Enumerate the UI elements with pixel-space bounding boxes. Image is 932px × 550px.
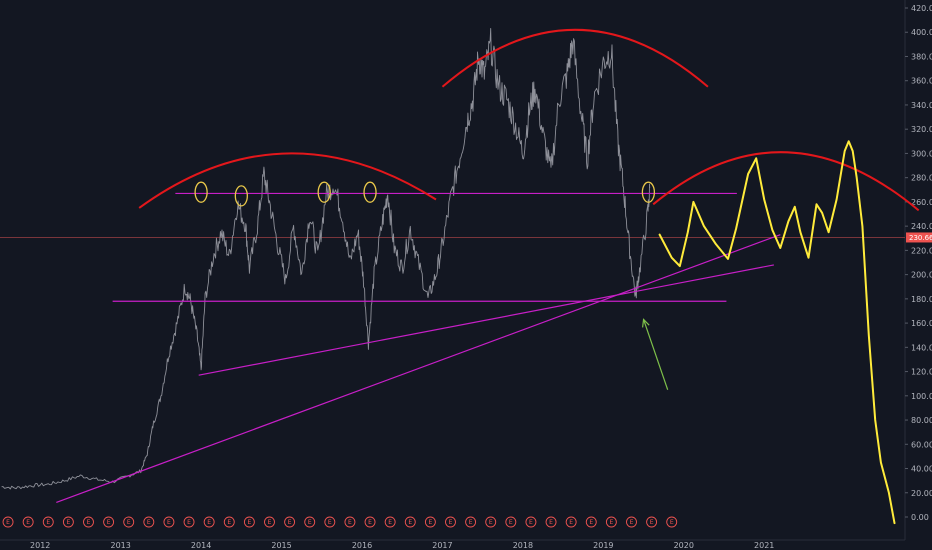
earnings-marker-label: E [428, 519, 432, 526]
earnings-marker-label: E [569, 519, 573, 526]
y-tick-label: 200.00 [911, 271, 932, 280]
y-tick-label: 280.00 [911, 174, 932, 183]
y-tick-label: 220.00 [911, 246, 932, 255]
earnings-marker-label: E [328, 519, 332, 526]
earnings-marker-label: E [650, 519, 654, 526]
earnings-marker-label: E [288, 519, 292, 526]
y-tick-label: 340.00 [911, 101, 932, 110]
earnings-marker-label: E [630, 519, 634, 526]
earnings-marker-label: E [187, 519, 191, 526]
earnings-marker-label: E [87, 519, 91, 526]
y-tick-label: 300.00 [911, 149, 932, 158]
y-tick-label: 420.00 [911, 4, 932, 13]
earnings-marker-label: E [489, 519, 493, 526]
x-tick-label: 2013 [110, 541, 130, 550]
earnings-marker-label: E [247, 519, 251, 526]
x-tick-label: 2015 [271, 541, 291, 550]
x-tick-label: 2019 [593, 541, 613, 550]
y-tick-label: 40.00 [911, 465, 932, 474]
earnings-marker-label: E [388, 519, 392, 526]
x-tick-label: 2014 [191, 541, 211, 550]
earnings-marker-label: E [449, 519, 453, 526]
earnings-marker-label: E [107, 519, 111, 526]
earnings-marker-label: E [46, 519, 50, 526]
x-tick-label: 2020 [674, 541, 694, 550]
y-tick-label: 80.00 [911, 416, 932, 425]
earnings-marker-label: E [529, 519, 533, 526]
y-tick-label: 400.00 [911, 28, 932, 37]
earnings-marker-label: E [469, 519, 473, 526]
earnings-marker-label: E [308, 519, 312, 526]
current-price-label: 230.66 [909, 234, 932, 242]
earnings-marker-label: E [670, 519, 674, 526]
y-tick-label: 180.00 [911, 295, 932, 304]
y-tick-label: 240.00 [911, 222, 932, 231]
earnings-marker-label: E [207, 519, 211, 526]
y-tick-label: 140.00 [911, 343, 932, 352]
earnings-marker-label: E [127, 519, 131, 526]
earnings-marker-label: E [408, 519, 412, 526]
earnings-marker-label: E [509, 519, 513, 526]
chart-root: E E E E E E E E E E E E E E E E E E E E E E E E E E E E E E E E E E 0.00 2… [0, 0, 932, 550]
y-tick-label: 160.00 [911, 319, 932, 328]
earnings-marker-label: E [549, 519, 553, 526]
y-tick-label: 120.00 [911, 368, 932, 377]
x-tick-label: 2017 [432, 541, 452, 550]
earnings-marker-label: E [609, 519, 613, 526]
earnings-marker-label: E [6, 519, 10, 526]
y-tick-label: 100.00 [911, 392, 932, 401]
x-tick-label: 2021 [754, 541, 774, 550]
y-tick-label: 320.00 [911, 125, 932, 134]
earnings-marker-label: E [147, 519, 151, 526]
chart-background [0, 0, 932, 550]
y-tick-label: 380.00 [911, 52, 932, 61]
y-tick-label: 60.00 [911, 440, 932, 449]
earnings-marker-label: E [589, 519, 593, 526]
earnings-marker-label: E [368, 519, 372, 526]
x-tick-label: 2018 [513, 541, 533, 550]
y-tick-label: 360.00 [911, 77, 932, 86]
x-tick-label: 2012 [30, 541, 50, 550]
earnings-marker-label: E [26, 519, 30, 526]
price-chart: E E E E E E E E E E E E E E E E E E E E E E E E E E E E E E E E E E 0.00 2… [0, 0, 932, 550]
y-tick-label: 0.00 [911, 513, 929, 522]
earnings-marker-label: E [268, 519, 272, 526]
earnings-marker-label: E [66, 519, 70, 526]
y-tick-label: 20.00 [911, 489, 932, 498]
earnings-marker-label: E [167, 519, 171, 526]
x-tick-label: 2016 [352, 541, 372, 550]
earnings-marker-label: E [348, 519, 352, 526]
earnings-marker-label: E [227, 519, 231, 526]
